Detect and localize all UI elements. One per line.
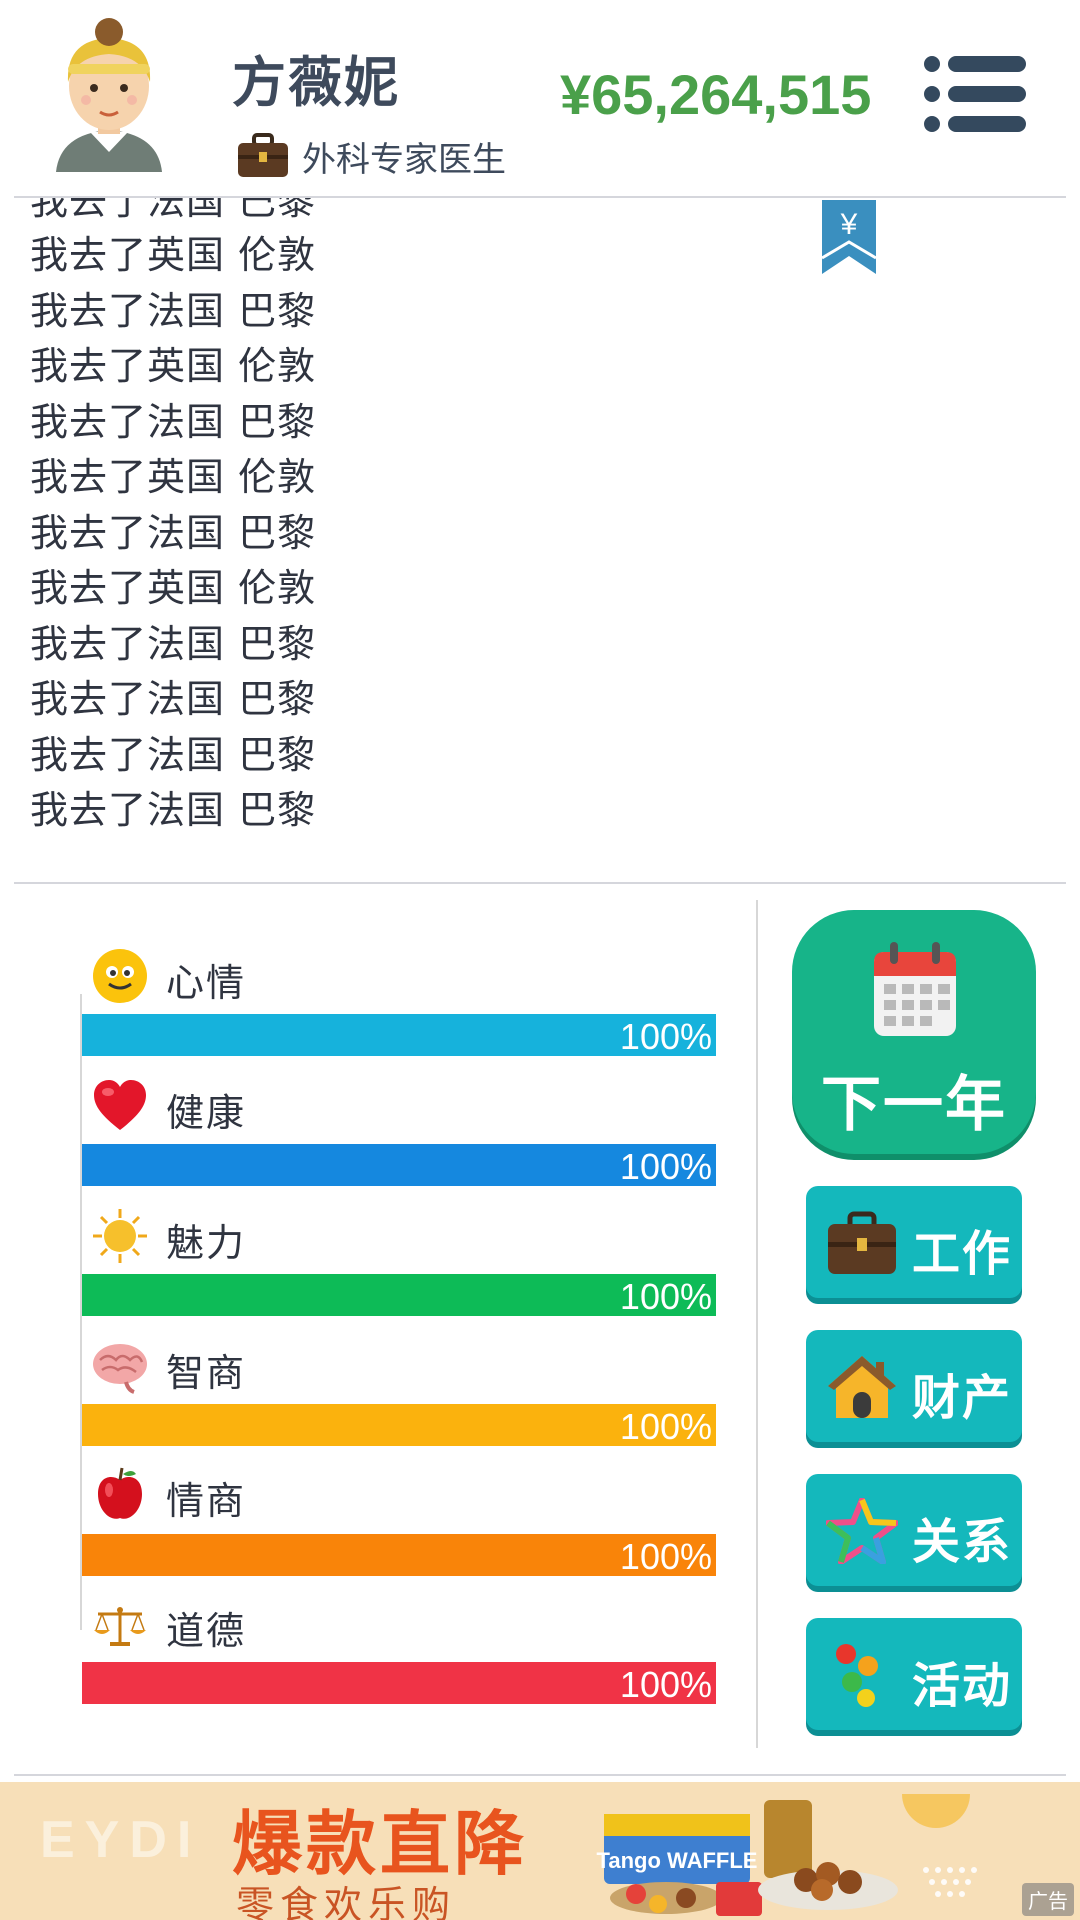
- stat-value-morality: 100%: [619, 1664, 712, 1705]
- dots-icon: [836, 1644, 878, 1707]
- property-label: 财产: [912, 1370, 1013, 1426]
- log-line: 我去了法国 巴黎: [30, 788, 317, 832]
- log-line-partial: 我去了法国 巴黎: [30, 198, 317, 223]
- panel-divider: [756, 900, 758, 1748]
- log-line: 我去了法国 巴黎: [30, 400, 317, 444]
- profile-header: 方薇妮 外科专家医生 ¥65,264,515: [0, 0, 1080, 196]
- stat-bar-charm: 100%: [82, 1274, 716, 1317]
- stat-bar-morality: 100%: [82, 1662, 716, 1705]
- stat-value-iq: 100%: [619, 1406, 712, 1447]
- star-icon: [826, 1498, 898, 1564]
- stat-label-mood: 心情: [166, 961, 247, 1005]
- stat-label-morality: 道德: [166, 1609, 247, 1653]
- next-year-button[interactable]: 下一年: [792, 910, 1036, 1154]
- house-icon: [828, 1356, 896, 1418]
- stats-panel: 心情 100% 健康 100% 魅力 100% 智商 100% 情商 100% …: [0, 900, 760, 1750]
- relations-button[interactable]: 关系: [806, 1474, 1022, 1586]
- log-line: 我去了英国 伦敦: [30, 566, 317, 610]
- property-button[interactable]: 财产: [806, 1330, 1022, 1442]
- brain-icon: [93, 1344, 147, 1394]
- avatar[interactable]: [50, 16, 168, 174]
- stat-bar-iq: 100%: [82, 1404, 716, 1447]
- stat-label-iq: 智商: [166, 1351, 247, 1395]
- stat-label-charm: 魅力: [166, 1221, 247, 1265]
- apple-icon: [98, 1467, 142, 1519]
- relations-label: 关系: [912, 1514, 1013, 1570]
- next-year-label: 下一年: [821, 1070, 1007, 1140]
- activities-label: 活动: [912, 1658, 1013, 1714]
- log-line: 我去了英国 伦敦: [30, 344, 317, 388]
- ad-subtitle: 零食欢乐购: [236, 1883, 457, 1920]
- heart-icon: [94, 1080, 146, 1130]
- log-line: 我去了英国 伦敦: [30, 455, 317, 499]
- player-name: 方薇妮: [232, 51, 400, 114]
- snack-products-image: Tango WAFFLE: [597, 1794, 977, 1916]
- stat-value-mood: 100%: [619, 1016, 712, 1057]
- log-line: 我去了法国 巴黎: [30, 622, 317, 666]
- log-line: 我去了法国 巴黎: [30, 511, 317, 555]
- log-divider: [14, 882, 1066, 884]
- ad-ghost-text: EYDI: [40, 1811, 202, 1869]
- calendar-icon: [874, 942, 956, 1036]
- stat-bar-mood: 100%: [82, 1014, 716, 1057]
- activities-button[interactable]: 活动: [806, 1618, 1022, 1730]
- log-line: 我去了法国 巴黎: [30, 733, 317, 777]
- money-bookmark-icon[interactable]: ¥: [820, 198, 878, 276]
- job-title: 外科专家医生: [302, 139, 506, 180]
- sun-icon: [93, 1209, 147, 1263]
- work-button[interactable]: 工作: [806, 1186, 1022, 1298]
- briefcase-icon: [238, 133, 288, 177]
- stat-value-health: 100%: [619, 1146, 712, 1187]
- money-balance: ¥65,264,515: [560, 63, 872, 126]
- stat-bar-health: 100%: [82, 1144, 716, 1187]
- bookmark-symbol: ¥: [840, 208, 858, 241]
- event-log[interactable]: 我去了法国 巴黎 我去了英国 伦敦 我去了法国 巴黎 我去了英国 伦敦 我去了法…: [0, 198, 1080, 878]
- stat-value-charm: 100%: [619, 1276, 712, 1317]
- scales-icon: [94, 1607, 146, 1646]
- smiley-icon: [93, 949, 147, 1003]
- job-info: 外科专家医生: [236, 132, 506, 180]
- log-line: 我去了英国 伦敦: [30, 233, 317, 277]
- stat-label-eq: 情商: [166, 1479, 247, 1523]
- stat-bar-eq: 100%: [82, 1534, 716, 1577]
- log-line: 我去了法国 巴黎: [30, 677, 317, 721]
- stat-label-health: 健康: [166, 1091, 247, 1135]
- log-line: 我去了法国 巴黎: [30, 289, 317, 333]
- ad-banner[interactable]: EYDI 爆款直降 零食欢乐购 Tango WAFFLE 广告: [0, 1782, 1080, 1920]
- ad-product-name: Tango WAFFLE: [597, 1848, 758, 1873]
- ad-label: 广告: [1022, 1883, 1074, 1916]
- ad-divider: [14, 1774, 1066, 1776]
- menu-icon[interactable]: [922, 54, 1026, 134]
- work-label: 工作: [912, 1226, 1013, 1282]
- briefcase-icon: [828, 1211, 896, 1274]
- stat-value-eq: 100%: [619, 1536, 712, 1577]
